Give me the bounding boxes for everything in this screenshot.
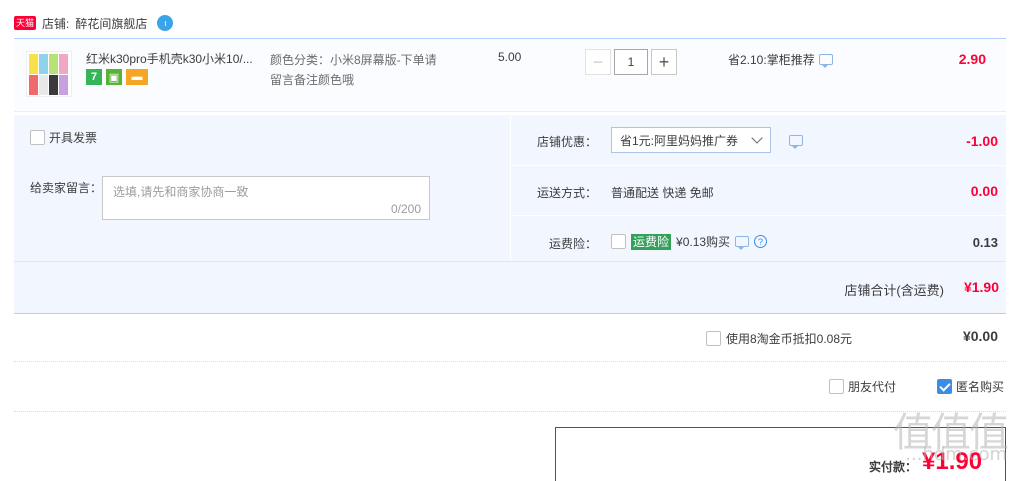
wangwang-chat-icon[interactable]: ı [157,15,174,31]
invoice-option[interactable]: 开具发票 [30,129,97,146]
shipping-amount: 0.00 [970,183,998,199]
store-name-link[interactable]: 醉花间旗舰店 [75,15,147,32]
coin-label: 使用8淘金币抵扣0.08元 [726,332,853,346]
coupon-select[interactable]: 省1元:阿里妈妈推广券 [611,127,771,153]
insurance-checkbox[interactable] [611,234,626,249]
coin-checkbox[interactable] [706,331,721,346]
product-title-link[interactable]: 红米k30pro手机壳k30小米10/... [86,50,268,67]
store-total-row: 店铺合计(含运费) ¥1.90 [14,261,1006,314]
coin-amount: ¥0.00 [962,328,998,344]
quantity-increase-button[interactable]: + [651,49,677,75]
sku-info: 颜色分类：小米8屏幕版-下单请 留言备注颜色哦 [270,50,480,90]
insurance-option[interactable]: 运费险 ¥0.13购买 ? [611,233,768,250]
row-divider [511,215,1007,216]
shipping-method: 普通配送 快递 免邮 [611,186,714,200]
coupon-amount: -1.00 [966,133,998,149]
purchase-options-row: 朋友代付 匿名购买 [14,362,1006,412]
row-divider [511,165,1007,166]
store-discount-section: 店铺优惠： 省1元:阿里妈妈推广券 -1.00 运送方式： 普通配送 快递 免邮… [510,115,1007,261]
quantity-decrease-button[interactable]: − [585,49,611,75]
order-options-panel: 开具发票 给卖家留言： 选填,请先和商家协商一致 0/200 店铺优惠： 省1元… [14,115,1007,314]
service-icons: 7 ▣ ▬ [86,69,148,85]
promotion-text: 省2.10:掌柜推荐 [728,53,815,67]
friend-pay-label: 朋友代付 [848,380,897,394]
coupon-label: 店铺优惠： [536,135,597,149]
item-promotion: 省2.10:掌柜推荐 [728,51,833,68]
seven-day-return-icon[interactable]: 7 [86,69,102,85]
insurance-amount: 0.13 [972,235,998,250]
sku-line-2: 留言备注颜色哦 [270,73,355,87]
help-icon[interactable]: ? [754,235,768,248]
taobao-coin-row: 使用8淘金币抵扣0.08元 ¥0.00 [14,314,1006,362]
seller-message-label: 给卖家留言： [30,181,103,195]
invoice-label: 开具发票 [49,131,98,145]
sku-line-1: 颜色分类：小米8屏幕版-下单请 [270,53,437,67]
store-header: 天猫 店铺: 醉花间旗舰店 ı [14,14,174,32]
friend-pay-option[interactable]: 朋友代付 [829,378,896,395]
insurance-label: 运费险： [548,237,597,251]
tmall-guarantee-icon[interactable]: ▣ [106,69,122,85]
order-item-row: 红米k30pro手机壳k30小米10/... 7 ▣ ▬ 颜色分类：小米8屏幕版… [14,38,1006,112]
credit-card-icon[interactable]: ▬ [126,69,148,85]
product-thumbnail[interactable] [26,51,72,97]
coupon-comment-icon[interactable] [789,135,803,149]
message-placeholder: 选填,请先和商家协商一致 [113,185,249,199]
coupon-selected-value: 省1元:阿里妈妈推广券 [620,133,739,148]
anonymous-label: 匿名购买 [956,380,1005,394]
insurance-price: ¥0.13购买 [676,235,731,249]
unit-price: 5.00 [498,50,522,64]
friend-pay-checkbox[interactable] [829,379,844,394]
watermark-url: ...hdm.com [905,444,1007,465]
insurance-tag: 运费险 [631,233,672,250]
store-prefix: 店铺: [42,16,70,31]
coin-option[interactable]: 使用8淘金币抵扣0.08元 [706,330,852,347]
message-char-count: 0/200 [390,202,421,216]
store-total-label: 店铺合计(含运费) [844,283,944,298]
quantity-input[interactable] [614,49,648,75]
tmall-badge: 天猫 [14,16,37,30]
comment-icon[interactable] [818,54,833,68]
shipping-label: 运送方式： [536,186,597,200]
anonymous-option[interactable]: 匿名购买 [937,378,1004,395]
insurance-comment-icon[interactable] [735,236,750,250]
seller-message-textarea[interactable]: 选填,请先和商家协商一致 0/200 [102,176,430,220]
store-total-amount: ¥1.90 [963,279,999,295]
invoice-checkbox[interactable] [30,130,45,145]
anonymous-checkbox[interactable] [937,379,952,394]
chevron-down-icon [751,132,763,144]
quantity-stepper: − + [585,49,677,75]
item-subtotal: 2.90 [958,51,986,67]
